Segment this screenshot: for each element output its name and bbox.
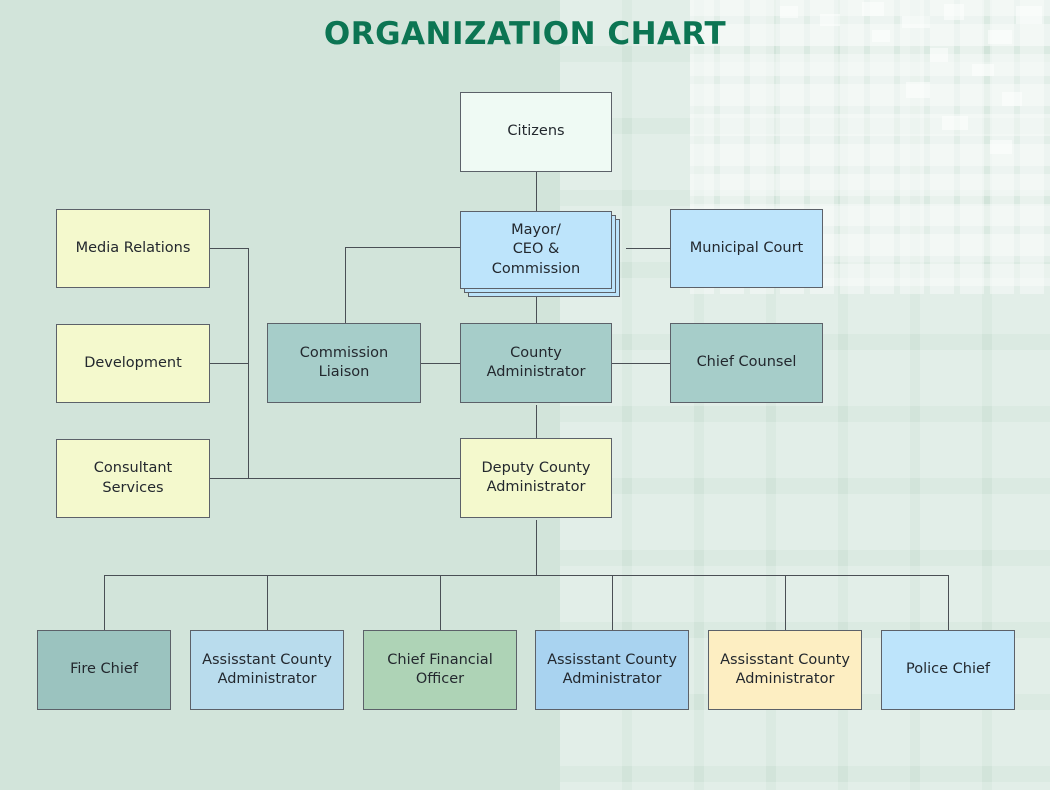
connector-citizens-to-mayor (536, 172, 537, 212)
node-assistant-county-administrator-3[interactable]: Assisstant County Administrator (708, 630, 862, 710)
page-title: ORGANIZATION CHART (323, 16, 727, 52)
node-municipal-court-label: Municipal Court (689, 239, 804, 256)
node-commission-liaison-label: Commission Liaison (299, 344, 389, 380)
connector-bus-to-fire-chief (104, 575, 105, 630)
node-development[interactable]: Development (56, 324, 210, 403)
connector-bus-to-cfo (440, 575, 441, 630)
connector-media-relations-to-spine (210, 248, 249, 249)
background-tile (972, 64, 994, 76)
connector-consultant-services-to-spine (210, 478, 249, 479)
node-mayor-label: Mayor/ CEO & Commission (491, 222, 581, 277)
node-chief-counsel[interactable]: Chief Counsel (670, 323, 823, 403)
node-mayor-ceo-commission[interactable]: Mayor/ CEO & Commission (460, 211, 612, 289)
connector-deputy-to-bottom-bus (536, 520, 537, 575)
node-assistant-county-administrator-2-label: Assisstant County Administrator (547, 651, 677, 687)
background-tile (990, 140, 1012, 154)
connector-commission-liaison-to-county-administrator (420, 363, 460, 364)
connector-county-administrator-to-chief-counsel (612, 363, 671, 364)
node-assistant-county-administrator-1-label: Assisstant County Administrator (202, 651, 332, 687)
node-police-chief-label: Police Chief (905, 661, 991, 678)
node-fire-chief[interactable]: Fire Chief (37, 630, 171, 710)
node-citizens[interactable]: Citizens (460, 92, 612, 172)
node-chief-financial-officer-label: Chief Financial Officer (387, 651, 493, 687)
node-commission-liaison[interactable]: Commission Liaison (267, 323, 421, 403)
connector-mayor-to-municipal-court (626, 248, 671, 249)
connector-bus-to-police-chief (948, 575, 949, 630)
node-consultant-services-label: Consultant Services (93, 460, 173, 496)
node-fire-chief-label: Fire Chief (70, 661, 138, 678)
node-assistant-county-administrator-2[interactable]: Assisstant County Administrator (535, 630, 689, 710)
connector-bottom-bus (104, 575, 949, 576)
background-tile (906, 82, 930, 98)
background-tile (862, 2, 884, 16)
connector-spine-to-deputy (248, 478, 461, 479)
connector-bus-to-assistant-3 (785, 575, 786, 630)
node-citizens-label: Citizens (507, 123, 565, 140)
node-media-relations-label: Media Relations (75, 239, 191, 256)
connector-mayor-to-commission-liaison-v (345, 247, 346, 323)
connector-development-to-spine (210, 363, 249, 364)
node-chief-counsel-label: Chief Counsel (696, 354, 797, 371)
node-assistant-county-administrator-1[interactable]: Assisstant County Administrator (190, 630, 344, 710)
node-chief-financial-officer[interactable]: Chief Financial Officer (363, 630, 517, 710)
background-tile (942, 116, 968, 130)
connector-county-administrator-to-deputy (536, 405, 537, 438)
node-development-label: Development (84, 354, 182, 371)
node-consultant-services[interactable]: Consultant Services (56, 439, 210, 518)
connector-bus-to-assistant-1 (267, 575, 268, 630)
node-police-chief[interactable]: Police Chief (881, 630, 1015, 710)
node-municipal-court[interactable]: Municipal Court (670, 209, 823, 288)
node-deputy-county-administrator[interactable]: Deputy County Administrator (460, 438, 612, 518)
node-deputy-county-administrator-label: Deputy County Administrator (481, 459, 591, 495)
connector-mayor-to-commission-liaison-h (345, 247, 460, 248)
background-tile (1002, 92, 1022, 106)
node-media-relations[interactable]: Media Relations (56, 209, 210, 288)
node-assistant-county-administrator-3-label: Assisstant County Administrator (720, 651, 850, 687)
node-county-administrator-label: County Administrator (486, 344, 586, 380)
org-chart-canvas: ORGANIZATION CHART Citizens Mayor/ CEO &… (0, 0, 1050, 790)
node-county-administrator[interactable]: County Administrator (460, 323, 612, 403)
connector-bus-to-assistant-2 (612, 575, 613, 630)
